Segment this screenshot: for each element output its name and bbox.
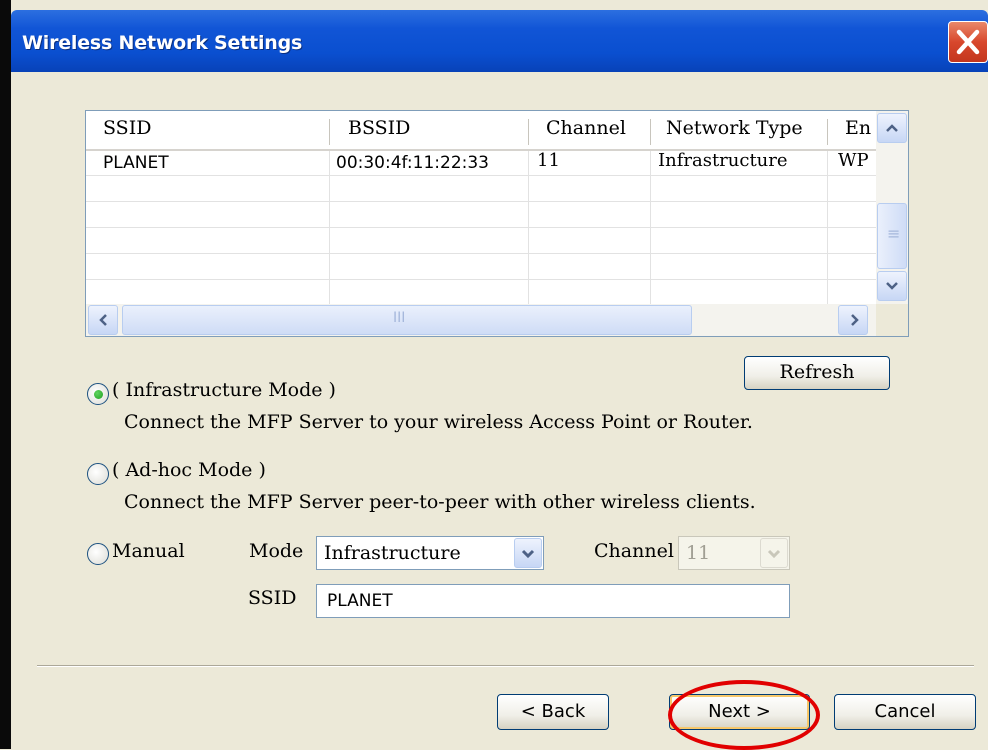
chevron-down-icon bbox=[767, 549, 781, 559]
column-header-ssid[interactable]: SSID bbox=[103, 117, 151, 139]
chevron-left-icon bbox=[99, 314, 107, 326]
grip-icon: III bbox=[393, 310, 406, 326]
column-header-bssid[interactable]: BSSID bbox=[348, 117, 410, 139]
mode-dropdown-button[interactable] bbox=[514, 538, 542, 568]
infrastructure-mode-label[interactable]: ( Infrastructure Mode ) bbox=[112, 379, 336, 401]
vertical-scrollbar[interactable]: ≡ bbox=[876, 111, 908, 304]
horizontal-scroll-thumb[interactable]: III bbox=[122, 305, 692, 335]
close-icon bbox=[956, 29, 980, 55]
adhoc-mode-description: Connect the MFP Server peer-to-peer with… bbox=[124, 491, 756, 513]
network-list[interactable]: SSID BSSID Channel Network Type En PLANE… bbox=[85, 110, 909, 337]
mode-label: Mode bbox=[249, 540, 304, 562]
chevron-down-icon bbox=[886, 282, 898, 290]
cancel-button[interactable]: Cancel bbox=[834, 694, 976, 730]
vertical-scroll-thumb[interactable]: ≡ bbox=[877, 203, 907, 269]
chevron-down-icon bbox=[521, 549, 535, 559]
cell-channel: 11 bbox=[537, 150, 560, 171]
cell-bssid: 00:30:4f:11:22:33 bbox=[336, 153, 489, 173]
ssid-input[interactable]: PLANET bbox=[316, 584, 790, 618]
window-edge bbox=[0, 0, 11, 749]
column-header-encryption[interactable]: En bbox=[845, 117, 876, 139]
scroll-right-button[interactable] bbox=[838, 305, 868, 335]
close-button[interactable] bbox=[948, 21, 988, 63]
channel-label: Channel bbox=[594, 540, 674, 562]
column-header-channel[interactable]: Channel bbox=[546, 117, 626, 139]
column-header-network-type[interactable]: Network Type bbox=[666, 117, 803, 139]
scroll-up-button[interactable] bbox=[877, 113, 907, 143]
infrastructure-mode-description: Connect the MFP Server to your wireless … bbox=[124, 411, 753, 433]
footer-divider bbox=[37, 665, 974, 667]
title-bar[interactable]: Wireless Network Settings bbox=[11, 10, 988, 72]
channel-dropdown-button bbox=[760, 538, 788, 568]
channel-select-value: 11 bbox=[686, 542, 711, 564]
manual-mode-label[interactable]: Manual bbox=[112, 540, 185, 562]
infrastructure-mode-radio[interactable] bbox=[87, 383, 109, 405]
adhoc-mode-label[interactable]: ( Ad-hoc Mode ) bbox=[112, 459, 266, 481]
chevron-right-icon bbox=[851, 314, 859, 326]
back-button[interactable]: < Back bbox=[497, 694, 609, 730]
refresh-button[interactable]: Refresh bbox=[744, 356, 890, 390]
manual-mode-radio[interactable] bbox=[87, 543, 109, 565]
mode-select[interactable]: Infrastructure bbox=[316, 536, 544, 570]
grip-icon: ≡ bbox=[887, 224, 901, 243]
network-list-header: SSID BSSID Channel Network Type En bbox=[86, 111, 876, 151]
chevron-up-icon bbox=[886, 124, 898, 132]
next-button-highlight bbox=[668, 680, 820, 750]
scroll-down-button[interactable] bbox=[877, 271, 907, 301]
adhoc-mode-radio[interactable] bbox=[87, 463, 109, 485]
cell-encryption: WP bbox=[838, 150, 869, 171]
horizontal-scrollbar[interactable]: III bbox=[86, 304, 876, 336]
radio-selected-dot bbox=[94, 390, 103, 399]
channel-select: 11 bbox=[678, 536, 790, 570]
cell-network-type: Infrastructure bbox=[658, 150, 788, 171]
scroll-left-button[interactable] bbox=[88, 305, 118, 335]
window-title: Wireless Network Settings bbox=[22, 32, 303, 54]
mode-select-value: Infrastructure bbox=[324, 542, 461, 564]
ssid-label: SSID bbox=[248, 587, 297, 609]
cell-ssid: PLANET bbox=[103, 153, 169, 173]
